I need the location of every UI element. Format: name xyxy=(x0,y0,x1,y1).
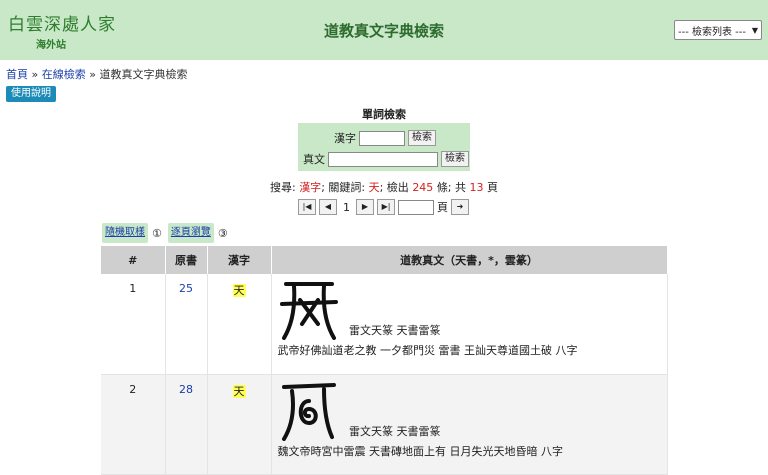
col-header-hanzi: 漢字 xyxy=(207,246,272,274)
go-icon[interactable]: ➜ xyxy=(451,199,469,215)
breadcrumb-sep: » xyxy=(31,68,39,81)
pagination: |◀ ◀ 1 ▶ ▶| 頁 ➜ xyxy=(298,199,472,215)
breadcrumb-sep: » xyxy=(89,68,96,81)
zhenwen-search-button[interactable]: 檢索 xyxy=(441,151,469,167)
table-row: 2 28 天 雷文天篆 天書雷篆 魏文帝時宮中雷震 天書磚地面上有 日月失光天地… xyxy=(101,374,668,475)
hanzi-row: 漢字 檢索 xyxy=(334,130,436,146)
prev-page-icon[interactable]: ◀ xyxy=(319,199,337,215)
results-table: # 原書 漢字 道教真文（天書，*，雲篆） 1 25 天 雷文天篆 天書雷篆 武… xyxy=(101,246,668,475)
book-link[interactable]: 25 xyxy=(179,282,193,295)
col-header-zhenwen: 道教真文（天書，*，雲篆） xyxy=(271,246,668,274)
next-page-icon[interactable]: ▶ xyxy=(356,199,374,215)
status-found-count: 245 xyxy=(412,181,434,194)
table-header-row: # 原書 漢字 道教真文（天書，*，雲篆） xyxy=(101,246,668,274)
first-page-icon[interactable]: |◀ xyxy=(298,199,316,215)
breadcrumb: 首頁 » 在線檢索 » 道教真文字典檢索 xyxy=(6,66,187,82)
option-number-3: ③ xyxy=(217,226,228,240)
search-form: 漢字 檢索 真文 檢索 xyxy=(298,123,470,171)
zhenwen-label: 真文 xyxy=(303,153,325,166)
glyph-caption: 雷文天篆 天書雷篆 xyxy=(349,324,441,337)
zhenwen-cell: 雷文天篆 天書雷篆 魏文帝時宮中雷震 天書磚地面上有 日月失光天地昏暗 八字 xyxy=(271,374,668,475)
book-link[interactable]: 28 xyxy=(179,383,193,396)
random-sample-link[interactable]: 隨機取樣 xyxy=(102,223,148,243)
col-header-book: 原書 xyxy=(165,246,208,274)
search-list-select[interactable]: --- 檢索列表 --- ▼ xyxy=(674,20,762,40)
glyph-description: 魏文帝時宮中雷震 天書磚地面上有 日月失光天地昏暗 八字 xyxy=(277,444,564,458)
row-number: 2 xyxy=(101,374,166,475)
col-header-num: # xyxy=(101,246,166,274)
status-items-label: 條; 共 xyxy=(436,181,467,194)
breadcrumb-online[interactable]: 在線檢索 xyxy=(42,68,86,81)
status-page-count: 13 xyxy=(469,181,484,194)
zhenwen-cell: 雷文天篆 天書雷篆 武帝好佛訕道老之教 一夕都門災 雷書 王訕天尊道國土破 八字 xyxy=(271,274,668,375)
status-keyword: 天 xyxy=(368,181,380,194)
site-header: 白雲深處人家 海外站 道教真文字典檢索 --- 檢索列表 --- ▼ xyxy=(0,0,768,60)
hanzi-input[interactable] xyxy=(359,130,405,146)
page-jump-input[interactable] xyxy=(398,199,434,215)
current-page: 1 xyxy=(343,200,350,214)
search-heading: 單詞檢索 xyxy=(362,108,406,121)
status-found-label: ; 檢出 xyxy=(379,181,409,194)
option-number-1: ① xyxy=(152,226,162,240)
page-label: 頁 xyxy=(437,201,448,214)
talisman-glyph-image xyxy=(281,382,336,441)
search-status: 搜尋: 漢字; 關鍵詞: 天; 檢出 245 條; 共 13 頁 xyxy=(0,179,768,195)
hanzi-label: 漢字 xyxy=(334,132,356,145)
view-options: 隨機取樣 ① 逐頁瀏覽 ③ xyxy=(102,223,234,243)
breadcrumb-current: 道教真文字典檢索 xyxy=(99,68,188,81)
last-page-icon[interactable]: ▶| xyxy=(377,199,395,215)
status-term: 漢字 xyxy=(299,181,322,194)
glyph-caption: 雷文天篆 天書雷篆 xyxy=(349,424,441,438)
zhenwen-row: 真文 檢索 xyxy=(303,151,469,167)
status-prefix: 搜尋: xyxy=(269,181,296,194)
breadcrumb-home[interactable]: 首頁 xyxy=(6,68,28,81)
browse-pages-link[interactable]: 逐頁瀏覽 xyxy=(167,223,214,243)
page-title: 道教真文字典檢索 xyxy=(323,22,444,40)
hanzi-cell: 天 xyxy=(232,284,246,297)
row-number: 1 xyxy=(101,274,166,375)
talisman-glyph-image xyxy=(279,282,338,340)
status-keyword-label: ; 關鍵詞: xyxy=(321,181,366,194)
status-pages-label: 頁 xyxy=(487,181,499,194)
select-value: --- 檢索列表 --- xyxy=(678,26,747,38)
zhenwen-input[interactable] xyxy=(328,151,438,167)
glyph-description: 武帝好佛訕道老之教 一夕都門災 雷書 王訕天尊道國土破 八字 xyxy=(277,344,578,357)
hanzi-cell: 天 xyxy=(232,384,246,398)
hanzi-search-button[interactable]: 檢索 xyxy=(408,130,436,146)
help-button[interactable]: 使用說明 xyxy=(6,86,56,102)
table-row: 1 25 天 雷文天篆 天書雷篆 武帝好佛訕道老之教 一夕都門災 雷書 王訕天尊… xyxy=(101,274,668,375)
chevron-down-icon: ▼ xyxy=(751,25,758,35)
